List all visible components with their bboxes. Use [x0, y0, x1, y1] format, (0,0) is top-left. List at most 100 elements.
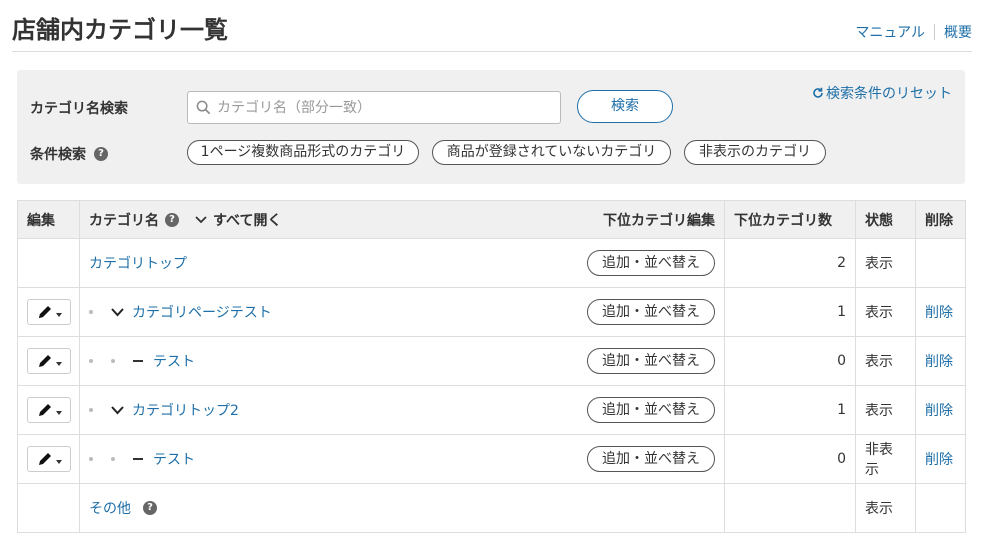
expand-all-label: すべて開く	[213, 212, 282, 229]
tree-indent-dot	[111, 359, 115, 363]
edit-cell	[17, 434, 80, 484]
delete-cell: 削除	[915, 336, 966, 386]
caret-down-icon	[55, 313, 62, 317]
sub-count-cell: 1	[724, 385, 856, 435]
delete-link[interactable]: 削除	[925, 452, 953, 468]
delete-cell: 削除	[915, 385, 966, 435]
add-sort-button[interactable]: 追加・並べ替え	[587, 397, 715, 423]
chevron-down-icon	[195, 215, 207, 223]
table-row: その他 ? 表示	[17, 483, 966, 533]
delete-link[interactable]: 削除	[925, 403, 953, 419]
search-field[interactable]	[187, 91, 561, 124]
manual-link[interactable]: マニュアル	[855, 22, 925, 42]
edit-cell	[17, 238, 80, 288]
add-sort-button[interactable]: 追加・並べ替え	[587, 250, 715, 276]
table-row: テスト 追加・並べ替え 0 非表示 削除	[17, 434, 966, 484]
edit-dropdown-button[interactable]	[27, 397, 71, 423]
add-sort-button[interactable]: 追加・並べ替え	[587, 446, 715, 472]
chevron-down-icon[interactable]	[111, 405, 124, 415]
delete-link[interactable]: 削除	[925, 354, 953, 370]
search-icon	[196, 100, 211, 115]
delete-cell: 削除	[915, 287, 966, 337]
category-link[interactable]: その他	[89, 498, 131, 518]
state-cell: 表示	[855, 287, 916, 337]
category-link[interactable]: カテゴリトップ	[89, 253, 187, 273]
category-name-search-label: カテゴリ名検索	[30, 101, 128, 117]
filter-chip-hidden[interactable]: 非表示のカテゴリ	[684, 140, 826, 165]
help-icon[interactable]: ?	[94, 147, 108, 161]
name-cell: テスト 追加・並べ替え	[79, 434, 725, 484]
tree-indent-dot	[89, 310, 93, 314]
state-cell: 表示	[855, 385, 916, 435]
table-row: カテゴリページテスト 追加・並べ替え 1 表示 削除	[17, 287, 966, 337]
delete-link[interactable]: 削除	[925, 305, 953, 321]
search-button[interactable]: 検索	[577, 90, 673, 123]
category-link[interactable]: テスト	[153, 351, 195, 371]
sub-count-cell: 1	[724, 287, 856, 337]
table-row: カテゴリトップ2 追加・並べ替え 1 表示 削除	[17, 385, 966, 435]
pencil-icon	[38, 355, 51, 367]
tree-indent-dot	[111, 457, 115, 461]
pencil-icon	[38, 306, 51, 318]
edit-dropdown-button[interactable]	[27, 446, 71, 472]
category-link[interactable]: カテゴリトップ2	[132, 400, 239, 420]
sub-count-cell	[724, 483, 856, 533]
edit-cell	[17, 385, 80, 435]
tree-indent-dot	[89, 408, 93, 412]
page-header: 店舗内カテゴリ一覧 マニュアル 概要	[12, 0, 972, 52]
refresh-icon	[813, 87, 823, 98]
pencil-icon	[38, 453, 51, 465]
reset-label: 検索条件のリセット	[826, 86, 952, 102]
caret-down-icon	[55, 411, 62, 415]
page-title: 店舗内カテゴリ一覧	[12, 16, 228, 44]
condition-search-label: 条件検索 ?	[30, 144, 108, 164]
chevron-down-icon[interactable]	[111, 307, 124, 317]
header-name-label: カテゴリ名	[89, 212, 159, 229]
search-input[interactable]	[217, 99, 547, 116]
edit-cell	[17, 287, 80, 337]
add-sort-button[interactable]: 追加・並べ替え	[587, 299, 715, 325]
tree-indent-dot	[89, 359, 93, 363]
category-table: 編集 カテゴリ名 ? すべて開く 下位カテゴリ編集 下位カテゴリ数 状態 削除 …	[17, 200, 966, 533]
name-cell: テスト 追加・並べ替え	[79, 336, 725, 386]
table-header-row: 編集 カテゴリ名 ? すべて開く 下位カテゴリ編集 下位カテゴリ数 状態 削除	[17, 200, 966, 239]
state-cell: 表示	[855, 483, 916, 533]
category-link[interactable]: カテゴリページテスト	[132, 302, 272, 322]
filter-chip-multi-product[interactable]: 1ページ複数商品形式のカテゴリ	[187, 140, 419, 165]
edit-dropdown-button[interactable]	[27, 348, 71, 374]
table-row: テスト 追加・並べ替え 0 表示 削除	[17, 336, 966, 386]
name-cell: その他 ?	[79, 483, 725, 533]
header-edit: 編集	[17, 200, 80, 239]
header-delete: 削除	[915, 200, 966, 239]
leaf-dash-icon	[133, 458, 143, 460]
category-link[interactable]: テスト	[153, 449, 195, 469]
header-sub-edit: 下位カテゴリ編集	[603, 212, 715, 229]
delete-cell	[915, 238, 966, 288]
name-cell: カテゴリトップ 追加・並べ替え	[79, 238, 725, 288]
help-icon[interactable]: ?	[165, 212, 179, 227]
state-cell: 非表示	[855, 434, 916, 484]
name-cell: カテゴリトップ2 追加・並べ替え	[79, 385, 725, 435]
sub-count-cell: 0	[724, 336, 856, 386]
filter-chip-no-products[interactable]: 商品が登録されていないカテゴリ	[432, 140, 671, 165]
header-sub-count: 下位カテゴリ数	[724, 200, 856, 239]
sub-count-cell: 2	[724, 238, 856, 288]
header-state: 状態	[855, 200, 916, 239]
delete-cell: 削除	[915, 434, 966, 484]
reset-conditions-link[interactable]: 検索条件のリセット	[812, 83, 952, 103]
help-icon[interactable]: ?	[143, 501, 157, 515]
delete-cell	[915, 483, 966, 533]
overview-link[interactable]: 概要	[944, 22, 972, 42]
expand-all-toggle[interactable]: すべて開く	[195, 210, 281, 230]
state-cell: 表示	[855, 238, 916, 288]
edit-dropdown-button[interactable]	[27, 299, 71, 325]
name-cell: カテゴリページテスト 追加・並べ替え	[79, 287, 725, 337]
leaf-dash-icon	[133, 360, 143, 362]
header-category-name: カテゴリ名 ? すべて開く 下位カテゴリ編集	[79, 200, 725, 239]
link-divider	[934, 24, 935, 40]
condition-search-text: 条件検索	[30, 147, 86, 163]
add-sort-button[interactable]: 追加・並べ替え	[587, 348, 715, 374]
edit-cell	[17, 483, 80, 533]
table-row: カテゴリトップ 追加・並べ替え 2 表示	[17, 238, 966, 288]
sub-count-cell: 0	[724, 434, 856, 484]
